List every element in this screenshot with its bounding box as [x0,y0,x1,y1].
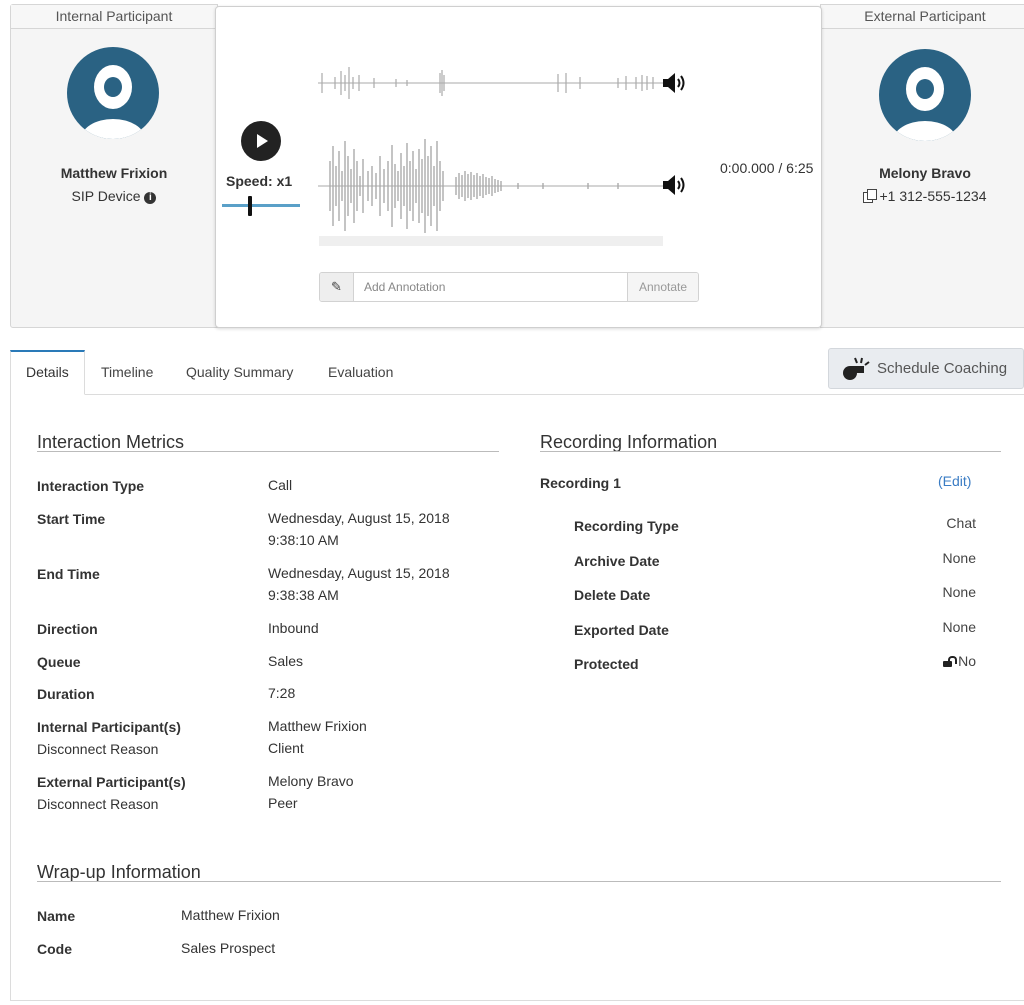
playback-progress-bar[interactable] [319,236,663,246]
pencil-icon: ✎ [320,273,354,301]
recording-name: Recording 1 [540,475,621,491]
section-divider [540,451,1001,452]
interaction-metrics-title: Interaction Metrics [37,432,185,452]
annotation-input[interactable] [354,273,627,301]
metric-value: Wednesday, August 15, 2018 [268,565,450,581]
volume-icon[interactable] [661,173,689,197]
section-divider [37,451,499,452]
metric-label: Direction [37,621,98,637]
annotate-button[interactable]: Annotate [627,273,698,301]
recording-field-value: None [942,550,976,566]
wrapup-label: Code [37,941,72,957]
recording-field-label: Delete Date [574,587,651,603]
avatar-icon [67,47,159,139]
protected-value-text: No [958,653,976,669]
metric-value: Wednesday, August 15, 2018 [268,510,450,526]
metric-value: Client [268,740,304,756]
metric-label: Duration [37,686,95,702]
external-participant-name: Melony Bravo [879,165,971,181]
phone-number: +1 312-555-1234 [879,188,987,204]
metric-value: 7:28 [268,685,296,701]
section-divider [37,881,1001,882]
metric-value: 9:38:10 AM [268,532,339,548]
metric-value: 9:38:38 AM [268,587,339,603]
metric-label: End Time [37,566,100,582]
waveform-internal[interactable] [318,65,663,101]
tab-evaluation[interactable]: Evaluation [328,350,393,395]
external-participant-panel: External Participant Melony Bravo +1 312… [820,4,1024,328]
internal-participant-name: Matthew Frixion [60,165,168,181]
recording-field-label: Recording Type [574,518,679,534]
details-panel [10,394,1024,1001]
speed-slider[interactable] [222,196,300,216]
recording-field-value: None [942,619,976,635]
recording-field-value: Chat [946,515,976,531]
waveform-external[interactable] [318,131,663,241]
speed-label: Speed: x1 [226,173,293,189]
recording-field-label: Protected [574,656,639,672]
internal-participant-header: Internal Participant [11,5,217,29]
metric-label: Interaction Type [37,478,145,494]
tab-timeline[interactable]: Timeline [101,350,153,395]
metric-value: Sales [268,653,304,669]
metric-sublabel: Disconnect Reason [37,741,159,757]
metric-value: Call [268,477,293,493]
schedule-coaching-label: Schedule Coaching [877,360,1008,377]
avatar-icon [879,49,971,141]
audio-player: Speed: x1 0:00.000 / 6:25 ✎ Add Annotati… [215,6,822,328]
tab-details[interactable]: Details [10,350,85,395]
metric-value: Peer [268,795,298,811]
recording-field-label: Archive Date [574,553,660,569]
metric-value: Melony Bravo [268,773,354,789]
metric-sublabel: Disconnect Reason [37,796,159,812]
speed-slider-handle[interactable] [248,196,252,216]
external-participant-header: External Participant [821,5,1024,29]
wrapup-value: Matthew Frixion [181,907,280,923]
recording-field-value: None [942,584,976,600]
info-icon[interactable]: i [144,192,157,204]
recording-information-title: Recording Information [540,432,718,452]
metric-label: External Participant(s) [37,774,186,790]
metric-label: Queue [37,654,81,670]
tab-quality-summary[interactable]: Quality Summary [186,350,293,395]
schedule-coaching-button[interactable]: Schedule Coaching [828,348,1024,389]
wrapup-label: Name [37,908,76,924]
internal-participant-panel: Internal Participant Matthew Frixion SIP… [10,4,218,328]
internal-participant-device: SIP Device i [11,188,217,204]
time-readout: 0:00.000 / 6:25 [720,160,814,176]
recording-field-label: Exported Date [574,622,669,638]
metric-value: Inbound [268,620,319,636]
wrapup-information-title: Wrap-up Information [37,862,201,882]
volume-icon[interactable] [661,71,689,95]
metric-value: Matthew Frixion [268,718,367,734]
metric-label: Internal Participant(s) [37,719,181,735]
annotation-group: ✎ Annotate [319,272,699,302]
wrapup-value: Sales Prospect [181,940,276,956]
unlock-icon [943,656,958,667]
whistle-icon [843,357,870,380]
edit-recording-link[interactable]: (Edit) [938,473,971,489]
protected-value: No [900,653,976,669]
play-button[interactable] [241,121,281,161]
copy-icon[interactable] [863,189,878,203]
metric-label: Start Time [37,511,106,527]
device-label: SIP Device [71,188,141,204]
external-participant-phone: +1 312-555-1234 [821,188,1024,204]
